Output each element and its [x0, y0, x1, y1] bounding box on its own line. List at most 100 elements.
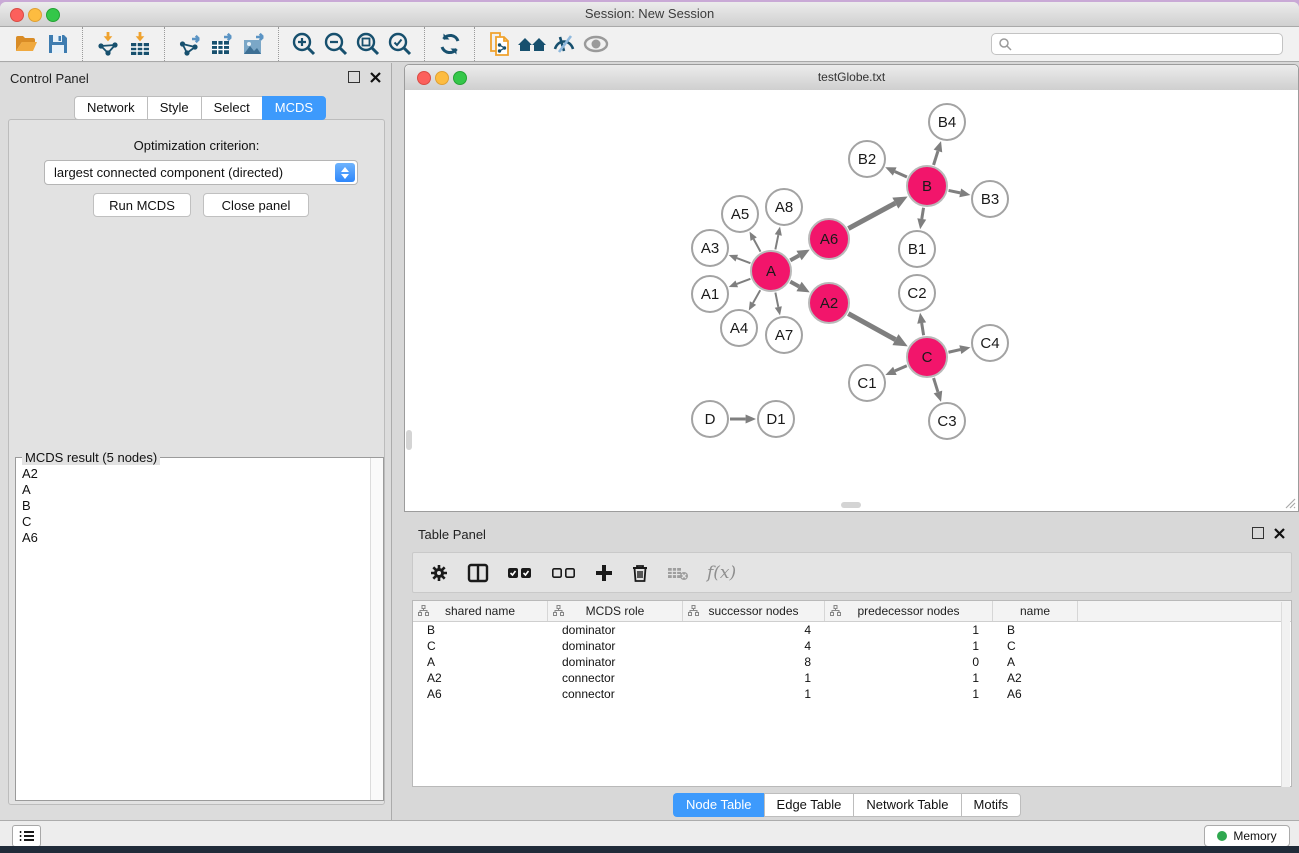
- table-cell[interactable]: 8: [683, 655, 825, 669]
- delete-column-icon[interactable]: [631, 563, 649, 583]
- zoom-in-icon[interactable]: [288, 29, 320, 59]
- graph-node-A[interactable]: A: [750, 250, 792, 292]
- tab-mcds[interactable]: MCDS: [262, 96, 326, 120]
- tab-select[interactable]: Select: [201, 96, 262, 120]
- column-header-name[interactable]: name: [993, 601, 1078, 621]
- result-item[interactable]: A: [22, 482, 363, 498]
- task-history-button[interactable]: [12, 825, 41, 846]
- column-header-successor-nodes[interactable]: successor nodes: [683, 601, 825, 621]
- zoom-out-icon[interactable]: [320, 29, 352, 59]
- graph-node-A1[interactable]: A1: [691, 275, 729, 313]
- table-cell[interactable]: A6: [413, 687, 548, 701]
- memory-button[interactable]: Memory: [1204, 825, 1290, 846]
- tab-node-table[interactable]: Node Table: [673, 793, 764, 817]
- table-cell[interactable]: connector: [548, 671, 683, 685]
- table-cell[interactable]: 1: [825, 639, 993, 653]
- graph-node-C[interactable]: C: [906, 336, 948, 378]
- graph-node-B[interactable]: B: [906, 165, 948, 207]
- result-item[interactable]: B: [22, 498, 363, 514]
- graph-node-B2[interactable]: B2: [848, 140, 886, 178]
- tab-edge-table[interactable]: Edge Table: [764, 793, 854, 817]
- net-maximize-icon[interactable]: [453, 71, 467, 85]
- tab-style[interactable]: Style: [147, 96, 201, 120]
- export-network-icon[interactable]: [174, 29, 206, 59]
- criterion-dropdown[interactable]: largest connected component (directed): [44, 160, 358, 185]
- graph-node-D[interactable]: D: [691, 400, 729, 438]
- graph-node-B3[interactable]: B3: [971, 180, 1009, 218]
- table-cell[interactable]: B: [993, 623, 1078, 637]
- clone-network-icon[interactable]: [484, 29, 516, 59]
- float-table-panel-icon[interactable]: [1252, 527, 1264, 539]
- graph-node-B1[interactable]: B1: [898, 230, 936, 268]
- table-cell[interactable]: C: [413, 639, 548, 653]
- select-all-columns-icon[interactable]: [507, 566, 533, 580]
- result-item[interactable]: C: [22, 514, 363, 530]
- tab-motifs[interactable]: Motifs: [961, 793, 1022, 817]
- result-item[interactable]: A6: [22, 530, 363, 546]
- add-column-icon[interactable]: [595, 564, 613, 582]
- result-scrollbar[interactable]: [370, 458, 383, 800]
- table-cell[interactable]: A: [993, 655, 1078, 669]
- table-cell[interactable]: 1: [825, 623, 993, 637]
- close-table-panel-icon[interactable]: [1274, 528, 1285, 539]
- zoom-selected-icon[interactable]: [384, 29, 416, 59]
- net-minimize-icon[interactable]: [435, 71, 449, 85]
- run-mcds-button[interactable]: Run MCDS: [93, 193, 191, 217]
- graph-node-B4[interactable]: B4: [928, 103, 966, 141]
- refresh-icon[interactable]: [434, 29, 466, 59]
- close-panel-icon[interactable]: [370, 72, 381, 83]
- graph-node-A6[interactable]: A6: [808, 218, 850, 260]
- graph-node-A4[interactable]: A4: [720, 309, 758, 347]
- home-views-icon[interactable]: [516, 29, 548, 59]
- tab-network[interactable]: Network: [74, 96, 147, 120]
- float-panel-icon[interactable]: [348, 71, 360, 83]
- split-columns-icon[interactable]: [467, 563, 489, 583]
- table-cell[interactable]: 1: [825, 671, 993, 685]
- table-cell[interactable]: dominator: [548, 623, 683, 637]
- close-window-icon[interactable]: [10, 8, 24, 22]
- open-session-icon[interactable]: [10, 29, 42, 59]
- settings-gear-icon[interactable]: [429, 563, 449, 583]
- graph-node-A3[interactable]: A3: [691, 229, 729, 267]
- graph-node-D1[interactable]: D1: [757, 400, 795, 438]
- export-table-icon[interactable]: [206, 29, 238, 59]
- unselect-all-columns-icon[interactable]: [551, 566, 577, 580]
- table-cell[interactable]: 1: [683, 671, 825, 685]
- import-table-icon[interactable]: [124, 29, 156, 59]
- column-header-predecessor-nodes[interactable]: predecessor nodes: [825, 601, 993, 621]
- birds-eye-icon[interactable]: [580, 29, 612, 59]
- search-input[interactable]: [1012, 36, 1282, 52]
- minimize-window-icon[interactable]: [28, 8, 42, 22]
- net-close-icon[interactable]: [417, 71, 431, 85]
- graph-node-A2[interactable]: A2: [808, 282, 850, 324]
- table-cell[interactable]: A: [413, 655, 548, 669]
- table-cell[interactable]: A2: [993, 671, 1078, 685]
- table-cell[interactable]: 1: [683, 687, 825, 701]
- import-network-icon[interactable]: [92, 29, 124, 59]
- hide-graphics-icon[interactable]: [548, 29, 580, 59]
- graph-node-C1[interactable]: C1: [848, 364, 886, 402]
- column-header-shared-name[interactable]: shared name: [413, 601, 548, 621]
- column-header-MCDS-role[interactable]: MCDS role: [548, 601, 683, 621]
- table-cell[interactable]: dominator: [548, 655, 683, 669]
- save-session-icon[interactable]: [42, 29, 74, 59]
- table-cell[interactable]: B: [413, 623, 548, 637]
- table-cell[interactable]: dominator: [548, 639, 683, 653]
- close-panel-button[interactable]: Close panel: [203, 193, 309, 217]
- table-cell[interactable]: 0: [825, 655, 993, 669]
- graph-node-A8[interactable]: A8: [765, 188, 803, 226]
- search-field[interactable]: [991, 33, 1283, 55]
- table-row[interactable]: Bdominator41B: [413, 622, 1291, 638]
- export-image-icon[interactable]: [238, 29, 270, 59]
- graph-node-A7[interactable]: A7: [765, 316, 803, 354]
- graph-node-C3[interactable]: C3: [928, 402, 966, 440]
- table-row[interactable]: A6connector11A6: [413, 686, 1291, 702]
- network-canvas[interactable]: B4B2BB3A8A5A6A3B1AC2A1A2A4A7C4CC1C3DD1: [405, 90, 1298, 511]
- function-builder-icon[interactable]: f(x): [707, 563, 736, 583]
- graph-node-C2[interactable]: C2: [898, 274, 936, 312]
- table-cell[interactable]: connector: [548, 687, 683, 701]
- maximize-window-icon[interactable]: [46, 8, 60, 22]
- table-cell[interactable]: 1: [825, 687, 993, 701]
- table-cell[interactable]: C: [993, 639, 1078, 653]
- result-item[interactable]: A2: [22, 466, 363, 482]
